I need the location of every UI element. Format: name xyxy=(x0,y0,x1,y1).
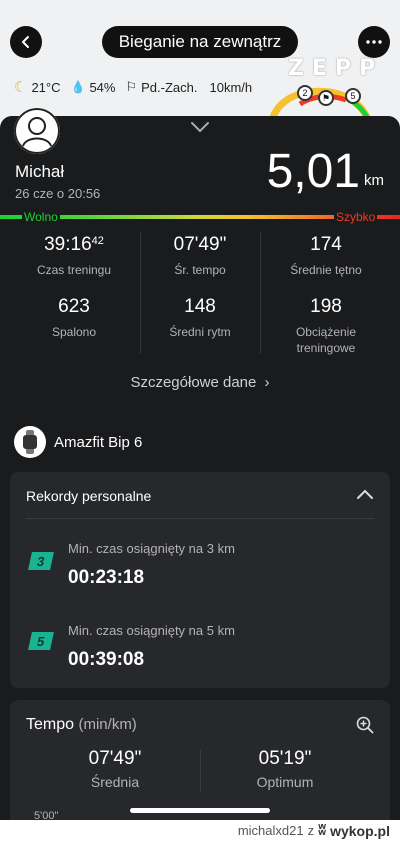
record-badge-3km: 3 xyxy=(28,552,54,570)
metric-label: Obciążenie treningowe xyxy=(295,325,357,355)
chevron-left-icon xyxy=(22,36,29,48)
more-button[interactable] xyxy=(358,26,390,58)
record-value-3km: 00:23:18 xyxy=(68,567,145,588)
metric-label: Średni rytm xyxy=(169,325,231,339)
tempo-title-row: Tempo (min/km) xyxy=(26,716,137,734)
workout-date: 26 cze o 20:56 xyxy=(15,186,101,201)
temperature: 21°C xyxy=(31,79,61,95)
metric-value: 07'49" xyxy=(173,234,227,255)
metric-label: Śr. tempo xyxy=(174,263,226,277)
tempo-optimum: 05'19" Optimum xyxy=(220,748,350,790)
watch-icon xyxy=(14,426,46,458)
record-badge-5km: 5 xyxy=(28,632,54,650)
metric-training-load: 198 Obciążenie treningowe xyxy=(266,296,386,356)
ellipsis-icon xyxy=(366,40,382,44)
tempo-optimum-value: 05'19" xyxy=(258,748,312,769)
metric-avg-cadence: 148 Średni rytm xyxy=(140,296,260,340)
chevron-up-icon[interactable] xyxy=(356,488,374,500)
metric-label: Średnie tętno xyxy=(290,263,362,277)
home-indicator[interactable] xyxy=(130,808,270,813)
humidity: 54% xyxy=(89,79,116,95)
watermark-sep: z xyxy=(307,823,315,838)
metric-label: Czas treningu xyxy=(36,263,112,277)
metric-avg-pace: 07'49" Śr. tempo xyxy=(140,234,260,278)
tempo-average-value: 07'49" xyxy=(88,748,142,769)
weather-bar: ☾ 21°C 💧 54% ⚐ Pd.-Zach. 10km/h xyxy=(14,78,256,96)
zoom-in-icon[interactable] xyxy=(356,716,374,734)
zepp-logo: ZEPP xyxy=(288,56,384,81)
speed-slow-label: Wolno xyxy=(22,210,60,224)
map-marker-2: 2 xyxy=(297,85,313,101)
speed-fast-label: Szybko xyxy=(334,210,378,224)
metric-value: 198 xyxy=(310,296,342,317)
personal-records-panel: Rekordy personalne 3 Min. czas osiągnięt… xyxy=(10,472,390,688)
watermark-site: wykop.pl xyxy=(330,822,390,839)
tempo-title: Tempo xyxy=(26,716,75,733)
finish-flag-icon: ⚑ xyxy=(318,90,334,106)
wind-icon: ⚐ xyxy=(125,79,138,94)
records-title: Rekordy personalne xyxy=(26,488,152,504)
metric-label: Spalono xyxy=(51,325,97,339)
chevron-down-icon[interactable] xyxy=(190,121,210,133)
back-button[interactable] xyxy=(10,26,42,58)
wind-direction: Pd.-Zach. xyxy=(141,79,198,95)
metric-value: 623 xyxy=(58,296,90,317)
tempo-average: 07'49" Średnia xyxy=(50,748,180,790)
avatar[interactable] xyxy=(14,108,60,154)
metric-avg-heart-rate: 174 Średnie tętno xyxy=(266,234,386,278)
watermark: michalxd21 z ʬ wykop.pl xyxy=(238,822,390,839)
metric-value: 148 xyxy=(184,296,216,317)
tempo-optimum-label: Optimum xyxy=(256,774,314,790)
page-title: Bieganie na zewnątrz xyxy=(102,26,298,58)
tempo-unit: (min/km) xyxy=(78,716,137,733)
watermark-user: michalxd21 xyxy=(237,823,304,838)
record-value-5km: 00:39:08 xyxy=(68,649,145,670)
distance-value: 5,01 xyxy=(266,145,360,198)
metric-value: 39:16 xyxy=(44,234,92,255)
map-marker-5: 5 xyxy=(345,88,361,104)
detailed-data-label: Szczegółowe dane xyxy=(130,374,257,391)
user-name: Michał xyxy=(15,162,65,181)
divider xyxy=(200,750,201,792)
metric-value: 174 xyxy=(310,234,342,255)
metric-value-fraction: 42 xyxy=(91,235,104,247)
chevron-right-icon: › xyxy=(264,374,270,391)
distance-unit: km xyxy=(364,172,384,189)
wind-speed: 10km/h xyxy=(209,79,253,95)
metric-training-time: 39:1642 Czas treningu xyxy=(14,234,134,278)
device-row[interactable]: Amazfit Bip 6 xyxy=(14,426,142,458)
record-label-3km: Min. czas osiągnięty na 3 km xyxy=(68,541,235,556)
droplet-icon: 💧 xyxy=(70,80,86,94)
tempo-average-label: Średnia xyxy=(90,774,140,790)
device-name: Amazfit Bip 6 xyxy=(54,433,143,451)
wykop-logo-icon: ʬ xyxy=(318,822,327,839)
divider xyxy=(260,232,261,354)
divider xyxy=(26,518,374,519)
detailed-data-link[interactable]: Szczegółowe dane › xyxy=(0,374,400,391)
moon-icon: ☾ xyxy=(14,79,28,96)
metric-calories: 623 Spalono xyxy=(14,296,134,340)
user-icon xyxy=(14,108,60,154)
record-label-5km: Min. czas osiągnięty na 5 km xyxy=(68,623,235,638)
